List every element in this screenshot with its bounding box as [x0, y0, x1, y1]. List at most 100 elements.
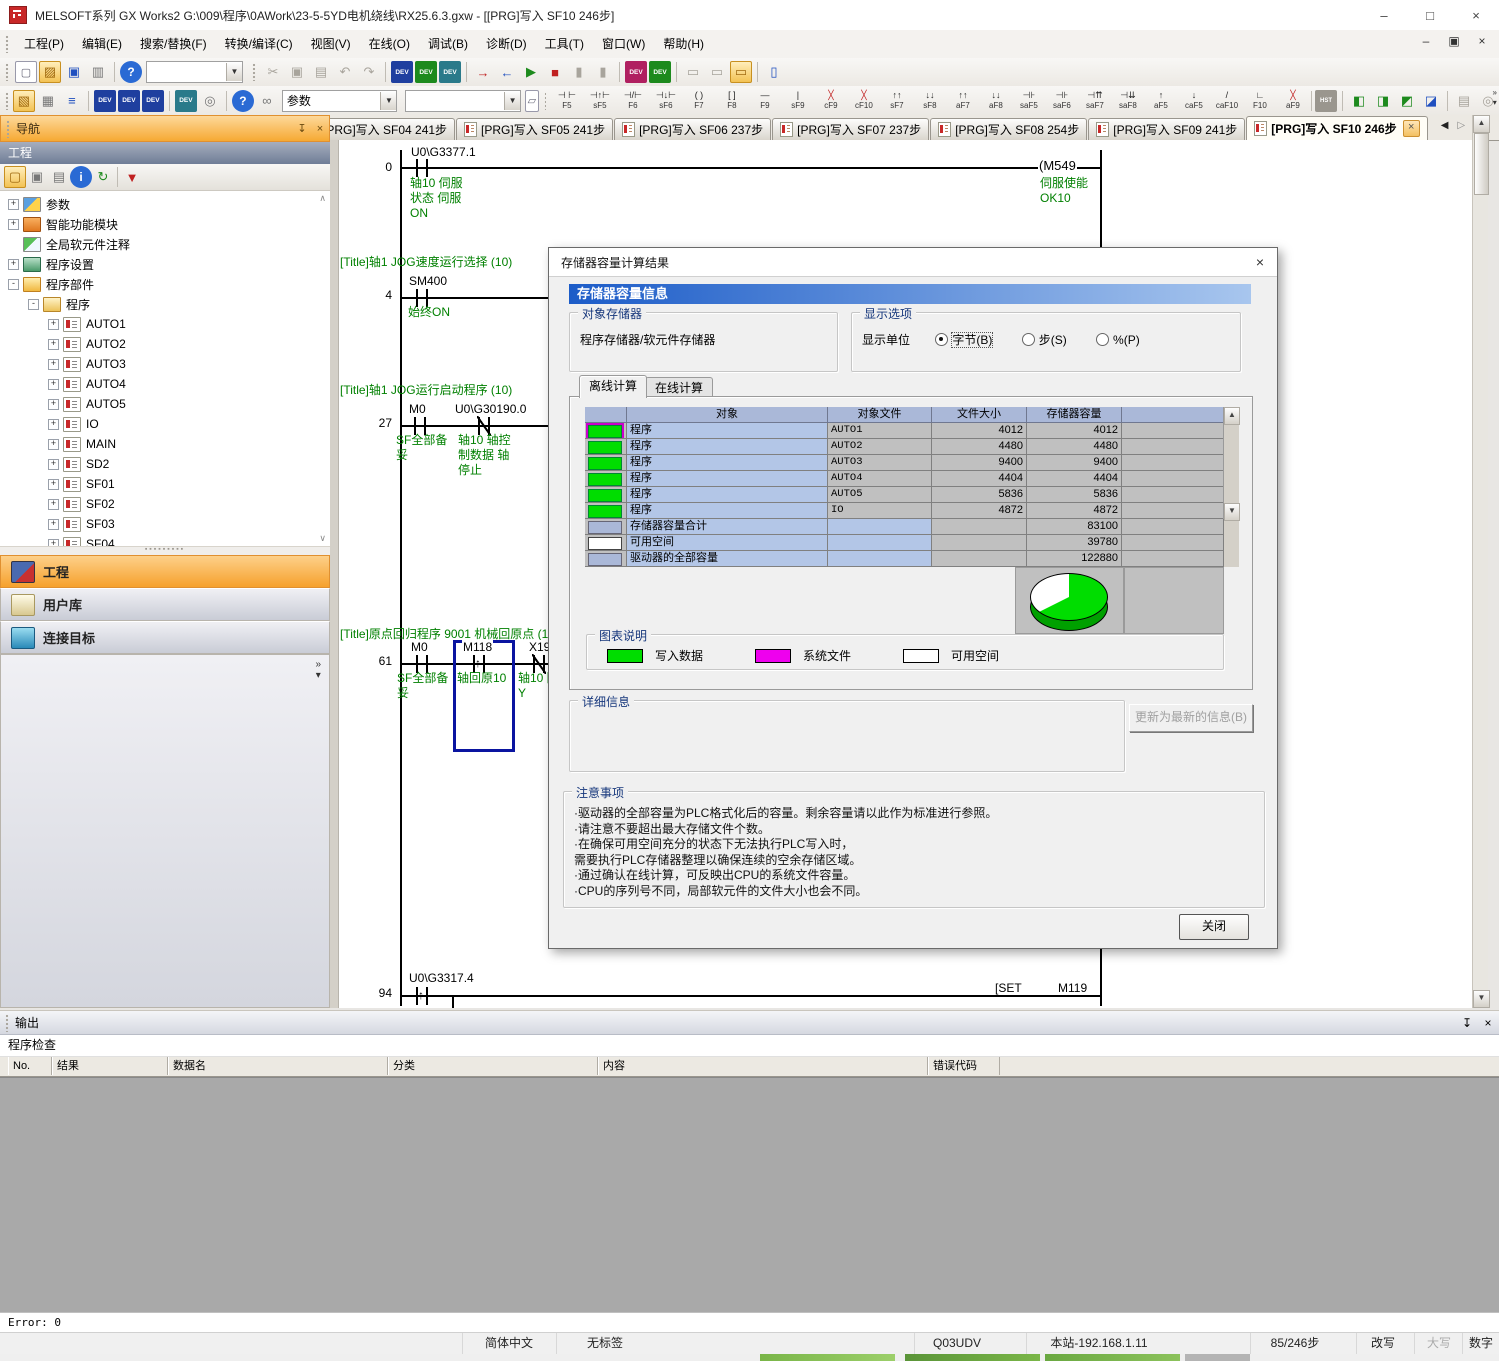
window-tile-icon[interactable]: ▭	[706, 61, 728, 83]
tree-item[interactable]: +SF01	[0, 474, 330, 494]
pane-splitter[interactable]: ▪▪▪▪▪▪▪▪▪	[0, 546, 330, 555]
sidebar-button-连接目标[interactable]: 连接目标	[0, 621, 330, 654]
pane-grip[interactable]	[5, 1014, 10, 1032]
toolbar-grip[interactable]	[252, 63, 257, 81]
no-contact[interactable]	[414, 159, 430, 177]
device-label[interactable]: M118	[462, 640, 493, 654]
coil[interactable]: (M549	[1038, 158, 1077, 173]
tree-item[interactable]: +MAIN	[0, 434, 330, 454]
radio-percent-label[interactable]: %(P)	[1113, 333, 1140, 347]
expand-icon[interactable]: +	[48, 319, 59, 330]
nav-overflow-icon[interactable]: »▾	[315, 659, 321, 681]
undo-icon[interactable]: ↶	[334, 61, 356, 83]
tree-item[interactable]: +AUTO5	[0, 394, 330, 414]
project-view-icon[interactable]: ▧	[13, 90, 35, 112]
separator[interactable]	[1342, 91, 1343, 111]
ladder-symbol-button[interactable]: ⊣⇈saF7	[1079, 88, 1110, 114]
tab-close-icon[interactable]: ×	[1403, 120, 1420, 137]
separator[interactable]	[757, 62, 758, 82]
expand-icon[interactable]: +	[48, 339, 59, 350]
tree-item[interactable]: +IO	[0, 414, 330, 434]
tree-item[interactable]: -程序	[0, 294, 330, 314]
close-icon[interactable]: ×	[1453, 1, 1499, 30]
online-read-icon[interactable]: ←	[496, 61, 518, 83]
close-icon[interactable]: ×	[311, 123, 329, 135]
update-info-button[interactable]: 更新为最新的信息(B)	[1129, 704, 1253, 732]
menu-item[interactable]: 在线(O)	[360, 33, 419, 55]
table-vertical-scrollbar[interactable]: ▲ ▼	[1223, 407, 1239, 519]
toolbar-grip[interactable]	[5, 63, 10, 81]
chevron-down-icon[interactable]: ▼	[504, 92, 520, 110]
remote-operation-icon[interactable]: ▯	[763, 61, 785, 83]
device-label[interactable]: U0\G30190.0	[454, 402, 527, 416]
separator[interactable]	[88, 91, 89, 111]
module-config-icon[interactable]: ▦	[37, 90, 59, 112]
tree-item[interactable]: +SF03	[0, 514, 330, 534]
monitor-pause-icon[interactable]: ▮	[568, 61, 590, 83]
paste-icon[interactable]: ▤	[310, 61, 332, 83]
device-label[interactable]: M0	[408, 402, 427, 416]
window-jump-icon[interactable]: ▭	[730, 61, 752, 83]
radio-byte[interactable]	[935, 333, 948, 346]
expand-icon[interactable]: +	[48, 479, 59, 490]
tree-item[interactable]: -程序部件	[0, 274, 330, 294]
tree-item[interactable]: +AUTO4	[0, 374, 330, 394]
watch-window-icon[interactable]: DEV	[175, 90, 197, 112]
tree-item[interactable]: +SF02	[0, 494, 330, 514]
menu-item[interactable]: 诊断(D)	[477, 33, 536, 55]
online-write-icon[interactable]: →	[472, 61, 494, 83]
ladder-symbol-button[interactable]: ↑↑sF7	[881, 88, 912, 114]
pin-icon[interactable]: ↧	[1457, 1016, 1477, 1030]
copy-data-icon[interactable]: ▣	[26, 166, 48, 188]
ladder-symbol-button[interactable]: ↓↓aF8	[980, 88, 1011, 114]
radio-percent[interactable]	[1096, 333, 1109, 346]
table-row[interactable]: 程序 AUTO5 5836 5836	[585, 487, 1239, 503]
ladder-symbol-button[interactable]: ⊣↓⊢sF6	[650, 88, 681, 114]
separator[interactable]	[385, 62, 386, 82]
new-data-icon[interactable]: ▢	[4, 166, 26, 188]
scroll-down-icon[interactable]: ▼	[1224, 503, 1240, 521]
ladder-symbol-button[interactable]: ╳aF9	[1277, 88, 1308, 114]
scroll-up-icon[interactable]: ▲	[1224, 407, 1240, 425]
page-setting-icon[interactable]: ▱	[525, 90, 538, 112]
device-comment-list-icon[interactable]: DEV	[94, 90, 116, 112]
window-select-combo[interactable]: ▼	[146, 61, 243, 83]
tab-scroll-right-icon[interactable]: ▷	[1457, 120, 1465, 131]
pulse-contact[interactable]	[414, 987, 430, 1005]
expand-icon[interactable]: +	[48, 379, 59, 390]
ladder-symbol-button[interactable]: ⊣↑⊢sF5	[584, 88, 615, 114]
editor-tab[interactable]: [PRG]写入 SF04 241步	[330, 118, 455, 140]
redo-icon[interactable]: ↷	[358, 61, 380, 83]
menu-item[interactable]: 窗口(W)	[593, 33, 654, 55]
separator[interactable]	[676, 62, 677, 82]
radio-byte-label[interactable]: 字节(B)	[952, 333, 992, 347]
copy-icon[interactable]: ▣	[286, 61, 308, 83]
expand-icon[interactable]: +	[8, 259, 19, 270]
pin-icon[interactable]: ↧	[293, 122, 311, 135]
statement-list-icon[interactable]: ◪	[1420, 90, 1442, 112]
editor-tab[interactable]: [PRG]写入 SF09 241步	[1088, 118, 1245, 140]
tab-online-calc[interactable]: 在线计算	[645, 377, 713, 398]
close-icon[interactable]: ×	[1477, 1016, 1499, 1030]
editor-tab[interactable]: [PRG]写入 SF07 237步	[772, 118, 929, 140]
write-to-plc-icon[interactable]: DEV	[391, 61, 413, 83]
cut-icon[interactable]: ✂	[262, 61, 284, 83]
collapse-icon[interactable]: -	[28, 299, 39, 310]
ladder-symbol-button[interactable]: ↓caF5	[1178, 88, 1209, 114]
device-test-icon[interactable]: DEV	[649, 61, 671, 83]
collapse-icon[interactable]: -	[8, 279, 19, 290]
expand-icon[interactable]: +	[48, 359, 59, 370]
new-file-icon[interactable]: ▢	[15, 61, 37, 83]
tree-item[interactable]: +SF04	[0, 534, 330, 546]
mdi-restore-icon[interactable]: ▣	[1445, 34, 1463, 48]
editor-tab[interactable]: [PRG]写入 SF08 254步	[930, 118, 1087, 140]
filter-icon[interactable]: ▼	[121, 166, 143, 188]
capacity-table[interactable]: 对象 对象文件 文件大小 存储器容量 程序 AUTO1 4012 4012	[585, 407, 1239, 567]
hst-icon[interactable]: HST	[1315, 90, 1337, 112]
menu-item[interactable]: 调试(B)	[419, 33, 477, 55]
output-content-area[interactable]	[0, 1077, 1499, 1312]
expand-icon[interactable]: +	[48, 419, 59, 430]
print-icon[interactable]: ▥	[87, 61, 109, 83]
expand-icon[interactable]: +	[48, 539, 59, 547]
device-label[interactable]: U0\G3377.1	[410, 145, 477, 159]
